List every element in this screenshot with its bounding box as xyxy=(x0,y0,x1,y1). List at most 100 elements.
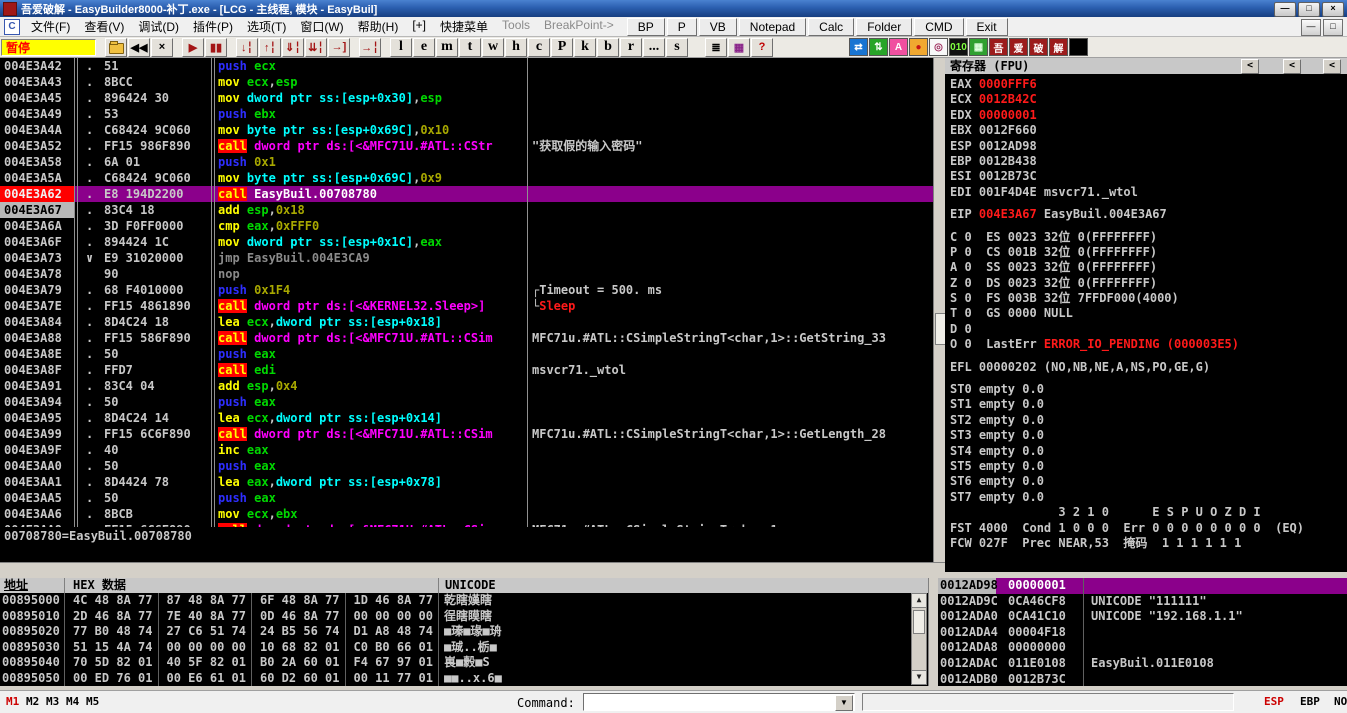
register-line[interactable]: ST1 empty 0.0 xyxy=(950,397,1347,412)
memory-tab-m3[interactable]: M3 xyxy=(46,695,59,708)
cpu-window-icon[interactable]: C xyxy=(4,19,20,35)
dump-row[interactable]: 008950102D 46 8A 777E 40 8A 770D 46 8A 7… xyxy=(0,609,928,625)
menu-item[interactable]: BreakPoint-> xyxy=(537,16,621,37)
disasm-row[interactable]: 004E3A4A.C68424 9C060mov byte ptr ss:[es… xyxy=(0,122,933,138)
window-letter-button-P[interactable]: P xyxy=(551,38,573,57)
register-line[interactable]: C 0 ES 0023 32位 0(FFFFFFFF) xyxy=(950,230,1347,245)
disassembly-scrollbar[interactable] xyxy=(933,58,945,573)
register-line[interactable]: EBP 0012B438 xyxy=(950,154,1347,169)
memory-tab-m1[interactable]: M1 xyxy=(6,695,19,708)
register-line[interactable]: ESP 0012AD98 xyxy=(950,139,1347,154)
window-letter-button-c[interactable]: c xyxy=(528,38,550,57)
menu-item[interactable]: [+] xyxy=(405,16,433,37)
dump-row[interactable]: 008950004C 48 8A 7787 48 8A 776F 48 8A 7… xyxy=(0,593,928,609)
menu-button-bp[interactable]: BP xyxy=(627,18,665,36)
disasm-row[interactable]: 004E3A94.50push eax xyxy=(0,394,933,410)
window-letter-button-l[interactable]: l xyxy=(390,38,412,57)
regs-scroll-button[interactable]: < xyxy=(1241,59,1259,74)
updown-arrows-icon[interactable]: ⇅ xyxy=(869,38,888,56)
trace-over-button[interactable]: ⇊╎ xyxy=(305,38,327,57)
disasm-row[interactable]: 004E3A8F.FFD7call edimsvcr71._wtol xyxy=(0,362,933,378)
window-letter-button-k[interactable]: k xyxy=(574,38,596,57)
stack-row[interactable]: 0012AD9800000001 xyxy=(938,578,1347,594)
maximize-button[interactable]: □ xyxy=(1298,2,1320,17)
register-line[interactable]: ST6 empty 0.0 xyxy=(950,474,1347,489)
target-rings-icon[interactable]: ◎ xyxy=(929,38,948,56)
breakpoint-list-icon[interactable]: ≣ xyxy=(705,38,727,57)
register-line[interactable]: ST5 empty 0.0 xyxy=(950,459,1347,474)
register-line[interactable]: ST3 empty 0.0 xyxy=(950,428,1347,443)
window-letter-button-dots[interactable]: ... xyxy=(643,38,665,57)
register-line[interactable]: S 0 FS 003B 32位 7FFDF000(4000) xyxy=(950,291,1347,306)
register-line[interactable]: ST7 empty 0.0 xyxy=(950,490,1347,505)
menu-item[interactable]: 查看(V) xyxy=(77,16,131,37)
disasm-row[interactable]: 004E3A95.8D4C24 14lea ecx,dword ptr ss:[… xyxy=(0,410,933,426)
register-line[interactable]: EFL 00000202 (NO,NB,NE,A,NS,PO,GE,G) xyxy=(950,360,1347,375)
disasm-row[interactable]: 004E3A7890nop xyxy=(0,266,933,282)
hex-dump-pane[interactable]: 地址 HEX 数据 UNICODE 008950004C 48 8A 7787 … xyxy=(0,578,928,686)
disasm-row[interactable]: 004E3A62.E8 194D2200call EasyBuil.007087… xyxy=(0,186,933,202)
register-line[interactable]: D 0 xyxy=(950,322,1347,337)
menu-item[interactable]: 插件(P) xyxy=(186,16,240,37)
minimize-button[interactable]: — xyxy=(1274,2,1296,17)
menu-button-calc[interactable]: Calc xyxy=(808,18,854,36)
register-line[interactable]: EIP 004E3A67 EasyBuil.004E3A67 xyxy=(950,207,1347,222)
disasm-row[interactable]: 004E3A58.6A 01push 0x1 xyxy=(0,154,933,170)
disasm-row[interactable]: 004E3A49.53push ebx xyxy=(0,106,933,122)
scroll-down-icon[interactable]: ▼ xyxy=(912,670,926,684)
windows-icon[interactable]: ▦ xyxy=(728,38,750,57)
register-line[interactable]: EDX 00000001 xyxy=(950,108,1347,123)
trace-into-button[interactable]: ⇓╎ xyxy=(282,38,304,57)
disasm-row[interactable]: 004E3AA0.50push eax xyxy=(0,458,933,474)
menu-item[interactable]: 调试(D) xyxy=(131,16,186,37)
disasm-row[interactable]: 004E3A8E.50push eax xyxy=(0,346,933,362)
dump-col-hex[interactable]: HEX 数据 xyxy=(64,578,438,593)
stack-row[interactable]: 0012ADB00012B73C xyxy=(938,672,1347,686)
regs-scroll-button[interactable]: < xyxy=(1323,59,1341,74)
close-button[interactable]: × xyxy=(1322,2,1344,17)
execute-till-return-button[interactable]: →] xyxy=(328,38,350,57)
menu-item[interactable]: 文件(F) xyxy=(24,16,77,37)
disasm-row[interactable]: 004E3A67.83C4 18add esp,0x18 xyxy=(0,202,933,218)
window-letter-button-r[interactable]: r xyxy=(620,38,642,57)
disasm-row[interactable]: 004E3A6A.3D F0FF0000cmp eax,0xFFF0 xyxy=(0,218,933,234)
window-letter-button-h[interactable]: h xyxy=(505,38,527,57)
register-line[interactable] xyxy=(950,375,1347,382)
disasm-row[interactable]: 004E3A52.FF15 986F890call dword ptr ds:[… xyxy=(0,138,933,154)
stack-row[interactable]: 0012ADA400004F18 xyxy=(938,625,1347,641)
disasm-row[interactable]: 004E3A9F.40inc eax xyxy=(0,442,933,458)
window-letter-button-s[interactable]: s xyxy=(666,38,688,57)
letter-a-icon[interactable]: A xyxy=(889,38,908,56)
register-line[interactable]: EBX 0012F660 xyxy=(950,123,1347,138)
memory-tab-m4[interactable]: M4 xyxy=(66,695,79,708)
menu-button-folder[interactable]: Folder xyxy=(856,18,912,36)
register-line[interactable]: ST4 empty 0.0 xyxy=(950,444,1347,459)
black-box-icon[interactable] xyxy=(1069,38,1088,56)
step-over-button[interactable]: ↑╎ xyxy=(259,38,281,57)
register-line[interactable]: 3 2 1 0 E S P U O Z D I xyxy=(950,505,1347,520)
window-letter-button-t[interactable]: t xyxy=(459,38,481,57)
register-line[interactable]: P 0 CS 001B 32位 0(FFFFFFFF) xyxy=(950,245,1347,260)
disasm-row[interactable]: 004E3A43.8BCCmov ecx,esp xyxy=(0,74,933,90)
mdi-restore-button[interactable]: □ xyxy=(1323,19,1343,36)
register-line[interactable]: FCW 027F Prec NEAR,53 掩码 1 1 1 1 1 1 xyxy=(950,536,1347,551)
ai-icon[interactable]: 爱 xyxy=(1009,38,1028,56)
disasm-row[interactable]: 004E3AA6.8BCBmov ecx,ebx xyxy=(0,506,933,522)
dump-row[interactable]: 0089502077 B0 48 7427 C6 51 7424 B5 56 7… xyxy=(0,624,928,640)
register-line[interactable] xyxy=(950,200,1347,207)
open-file-button[interactable] xyxy=(105,38,127,57)
register-line[interactable]: Z 0 DS 0023 32位 0(FFFFFFFF) xyxy=(950,276,1347,291)
register-line[interactable]: O 0 LastErr ERROR_IO_PENDING (000003E5) xyxy=(950,337,1347,352)
mdi-minimize-button[interactable]: — xyxy=(1301,19,1321,36)
dump-col-unicode[interactable]: UNICODE xyxy=(438,578,526,593)
close-process-button[interactable]: × xyxy=(151,38,173,57)
register-line[interactable]: T 0 GS 0000 NULL xyxy=(950,306,1347,321)
menu-button-exit[interactable]: Exit xyxy=(966,18,1008,36)
dump-col-address[interactable]: 地址 xyxy=(0,578,64,593)
window-letter-button-m[interactable]: m xyxy=(436,38,458,57)
stack-row[interactable]: 0012ADA00CA41C10UNICODE "192.168.1.1" xyxy=(938,609,1347,625)
dropdown-arrow-icon[interactable]: ▼ xyxy=(835,695,853,711)
menu-button-p[interactable]: P xyxy=(667,18,697,36)
register-line[interactable]: FST 4000 Cond 1 0 0 0 Err 0 0 0 0 0 0 0 … xyxy=(950,521,1347,536)
register-line[interactable]: EAX 0000FFF6 xyxy=(950,77,1347,92)
